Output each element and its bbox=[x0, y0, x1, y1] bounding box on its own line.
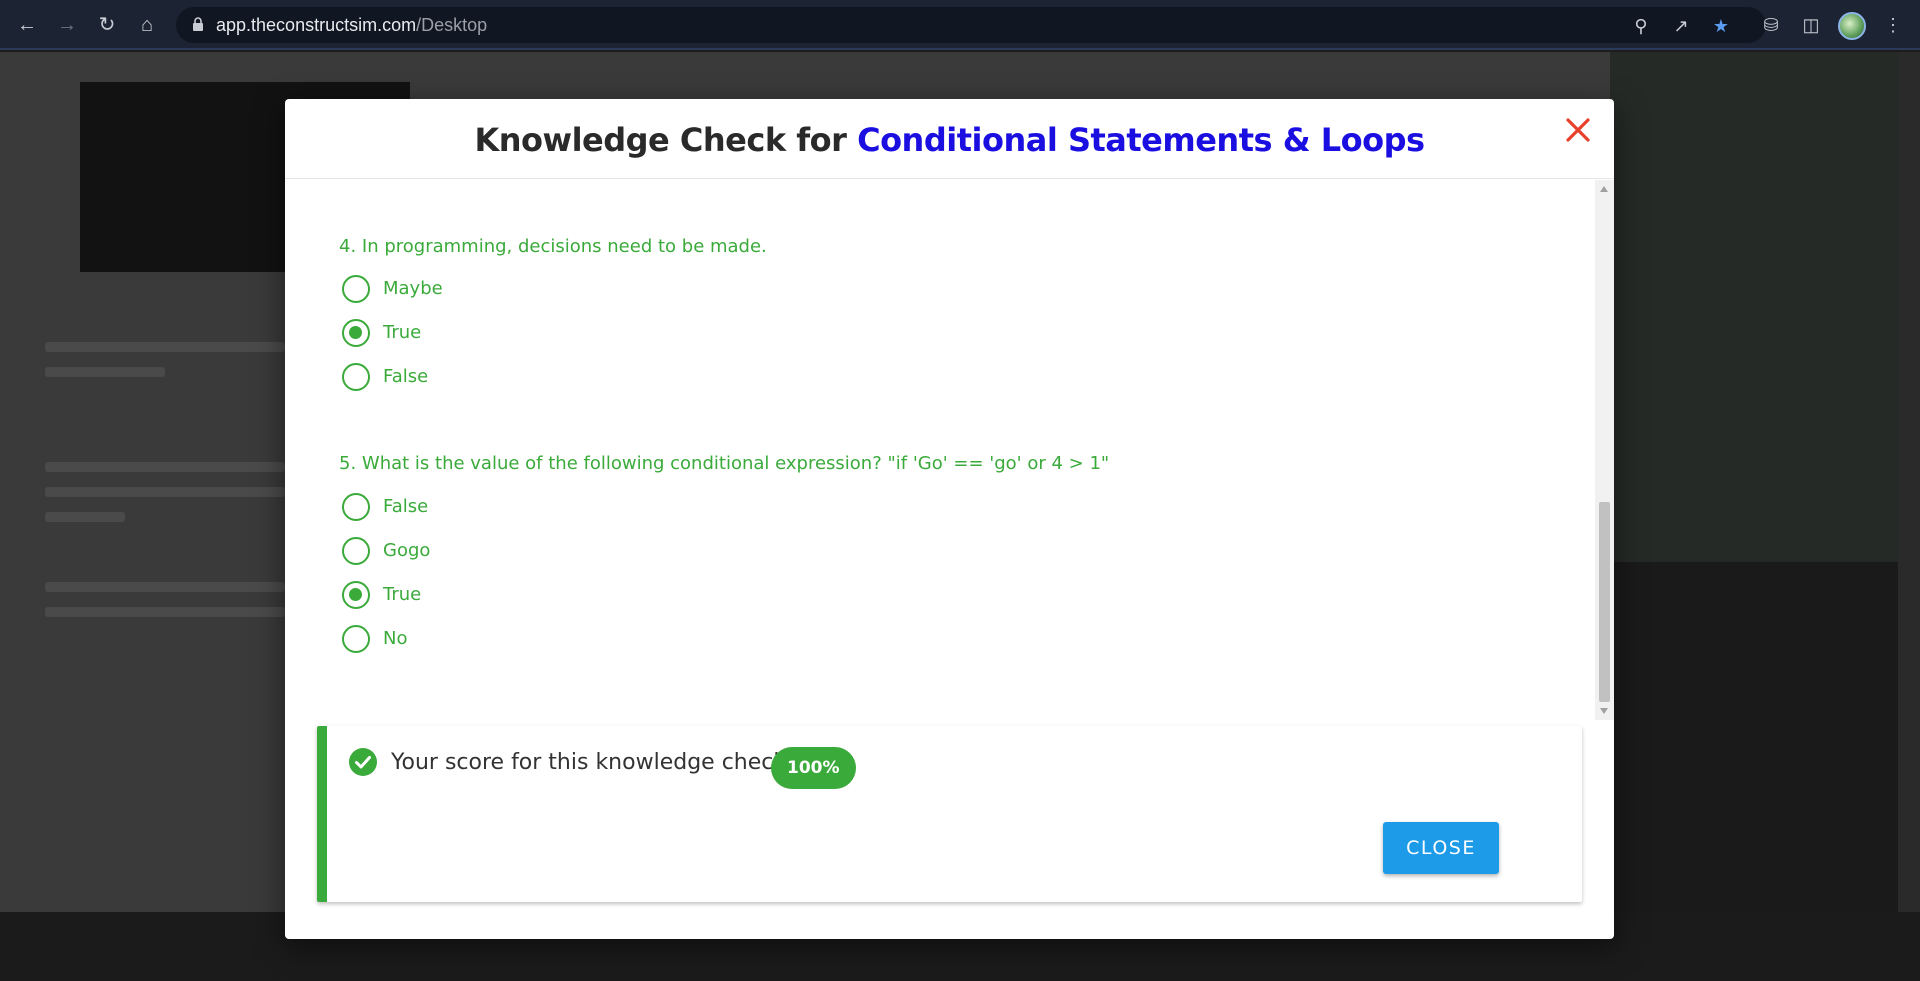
close-button[interactable]: CLOSE bbox=[1383, 822, 1499, 874]
radio-unchecked[interactable] bbox=[342, 493, 370, 521]
bg-text-line bbox=[45, 462, 285, 472]
close-x-icon[interactable] bbox=[1563, 115, 1593, 145]
scroll-down-arrow-icon[interactable] bbox=[1600, 708, 1608, 714]
url-text: app.theconstructsim.com/Desktop bbox=[216, 15, 488, 35]
bg-text-line bbox=[45, 367, 165, 377]
question-4-text: 4. In programming, decisions need to be … bbox=[339, 236, 767, 257]
scroll-up-arrow-icon[interactable] bbox=[1600, 186, 1608, 192]
score-label: Your score for this knowledge check: bbox=[391, 750, 794, 775]
simulation-panel bbox=[1610, 52, 1900, 562]
reload-icon[interactable]: ↻ bbox=[92, 10, 122, 40]
lock-icon bbox=[193, 17, 203, 31]
profile-avatar[interactable] bbox=[1838, 12, 1866, 40]
home-icon[interactable]: ⌂ bbox=[132, 10, 162, 40]
knowledge-check-modal: Knowledge Check for Conditional Statemen… bbox=[285, 99, 1614, 939]
radio-checked[interactable] bbox=[342, 319, 370, 347]
forward-arrow-icon[interactable]: → bbox=[52, 10, 82, 40]
option-label: False bbox=[383, 366, 429, 387]
address-bar[interactable]: app.theconstructsim.com/Desktop ⚲ ↗ ★ bbox=[176, 7, 1766, 43]
share-icon[interactable]: ↗ bbox=[1670, 15, 1692, 37]
radio-unchecked[interactable] bbox=[342, 275, 370, 303]
modal-title: Knowledge Check for Conditional Statemen… bbox=[474, 121, 1425, 159]
question-5-text: 5. What is the value of the following co… bbox=[339, 453, 1110, 474]
scrollbar-thumb[interactable] bbox=[1599, 502, 1610, 702]
score-panel: Your score for this knowledge check: 100… bbox=[317, 726, 1582, 902]
side-panel-icon[interactable]: ◫ bbox=[1796, 10, 1826, 40]
radio-checked[interactable] bbox=[342, 581, 370, 609]
check-circle-icon bbox=[349, 748, 377, 776]
score-badge: 100% bbox=[771, 747, 856, 789]
bookmark-star-icon[interactable]: ★ bbox=[1710, 15, 1732, 37]
shell-panel bbox=[1610, 562, 1900, 922]
modal-title-topic: Conditional Statements & Loops bbox=[857, 121, 1425, 159]
bg-text-line bbox=[45, 607, 285, 617]
extensions-puzzle-icon[interactable]: ⛁ bbox=[1756, 10, 1786, 40]
browser-toolbar: ← → ↻ ⌂ app.theconstructsim.com/Desktop … bbox=[0, 0, 1920, 50]
bg-text-line bbox=[45, 342, 285, 352]
option-label: No bbox=[383, 628, 408, 649]
bg-text-line bbox=[45, 582, 285, 592]
modal-scrollbar[interactable] bbox=[1595, 180, 1614, 720]
modal-header: Knowledge Check for Conditional Statemen… bbox=[285, 99, 1614, 179]
option-label: True bbox=[383, 322, 422, 343]
option-label: False bbox=[383, 496, 429, 517]
radio-unchecked[interactable] bbox=[342, 625, 370, 653]
option-label: True bbox=[383, 584, 422, 605]
radio-unchecked[interactable] bbox=[342, 363, 370, 391]
bg-text-line bbox=[45, 487, 285, 497]
option-label: Gogo bbox=[383, 540, 431, 561]
back-arrow-icon[interactable]: ← bbox=[12, 10, 42, 40]
bg-text-line bbox=[45, 512, 125, 522]
option-label: Maybe bbox=[383, 278, 443, 299]
page-scrollbar[interactable] bbox=[1898, 52, 1920, 981]
radio-unchecked[interactable] bbox=[342, 537, 370, 565]
menu-kebab-icon[interactable]: ⋮ bbox=[1878, 10, 1908, 40]
questions-scroll-area: 4. In programming, decisions need to be … bbox=[285, 180, 1595, 720]
zoom-icon[interactable]: ⚲ bbox=[1630, 15, 1652, 37]
